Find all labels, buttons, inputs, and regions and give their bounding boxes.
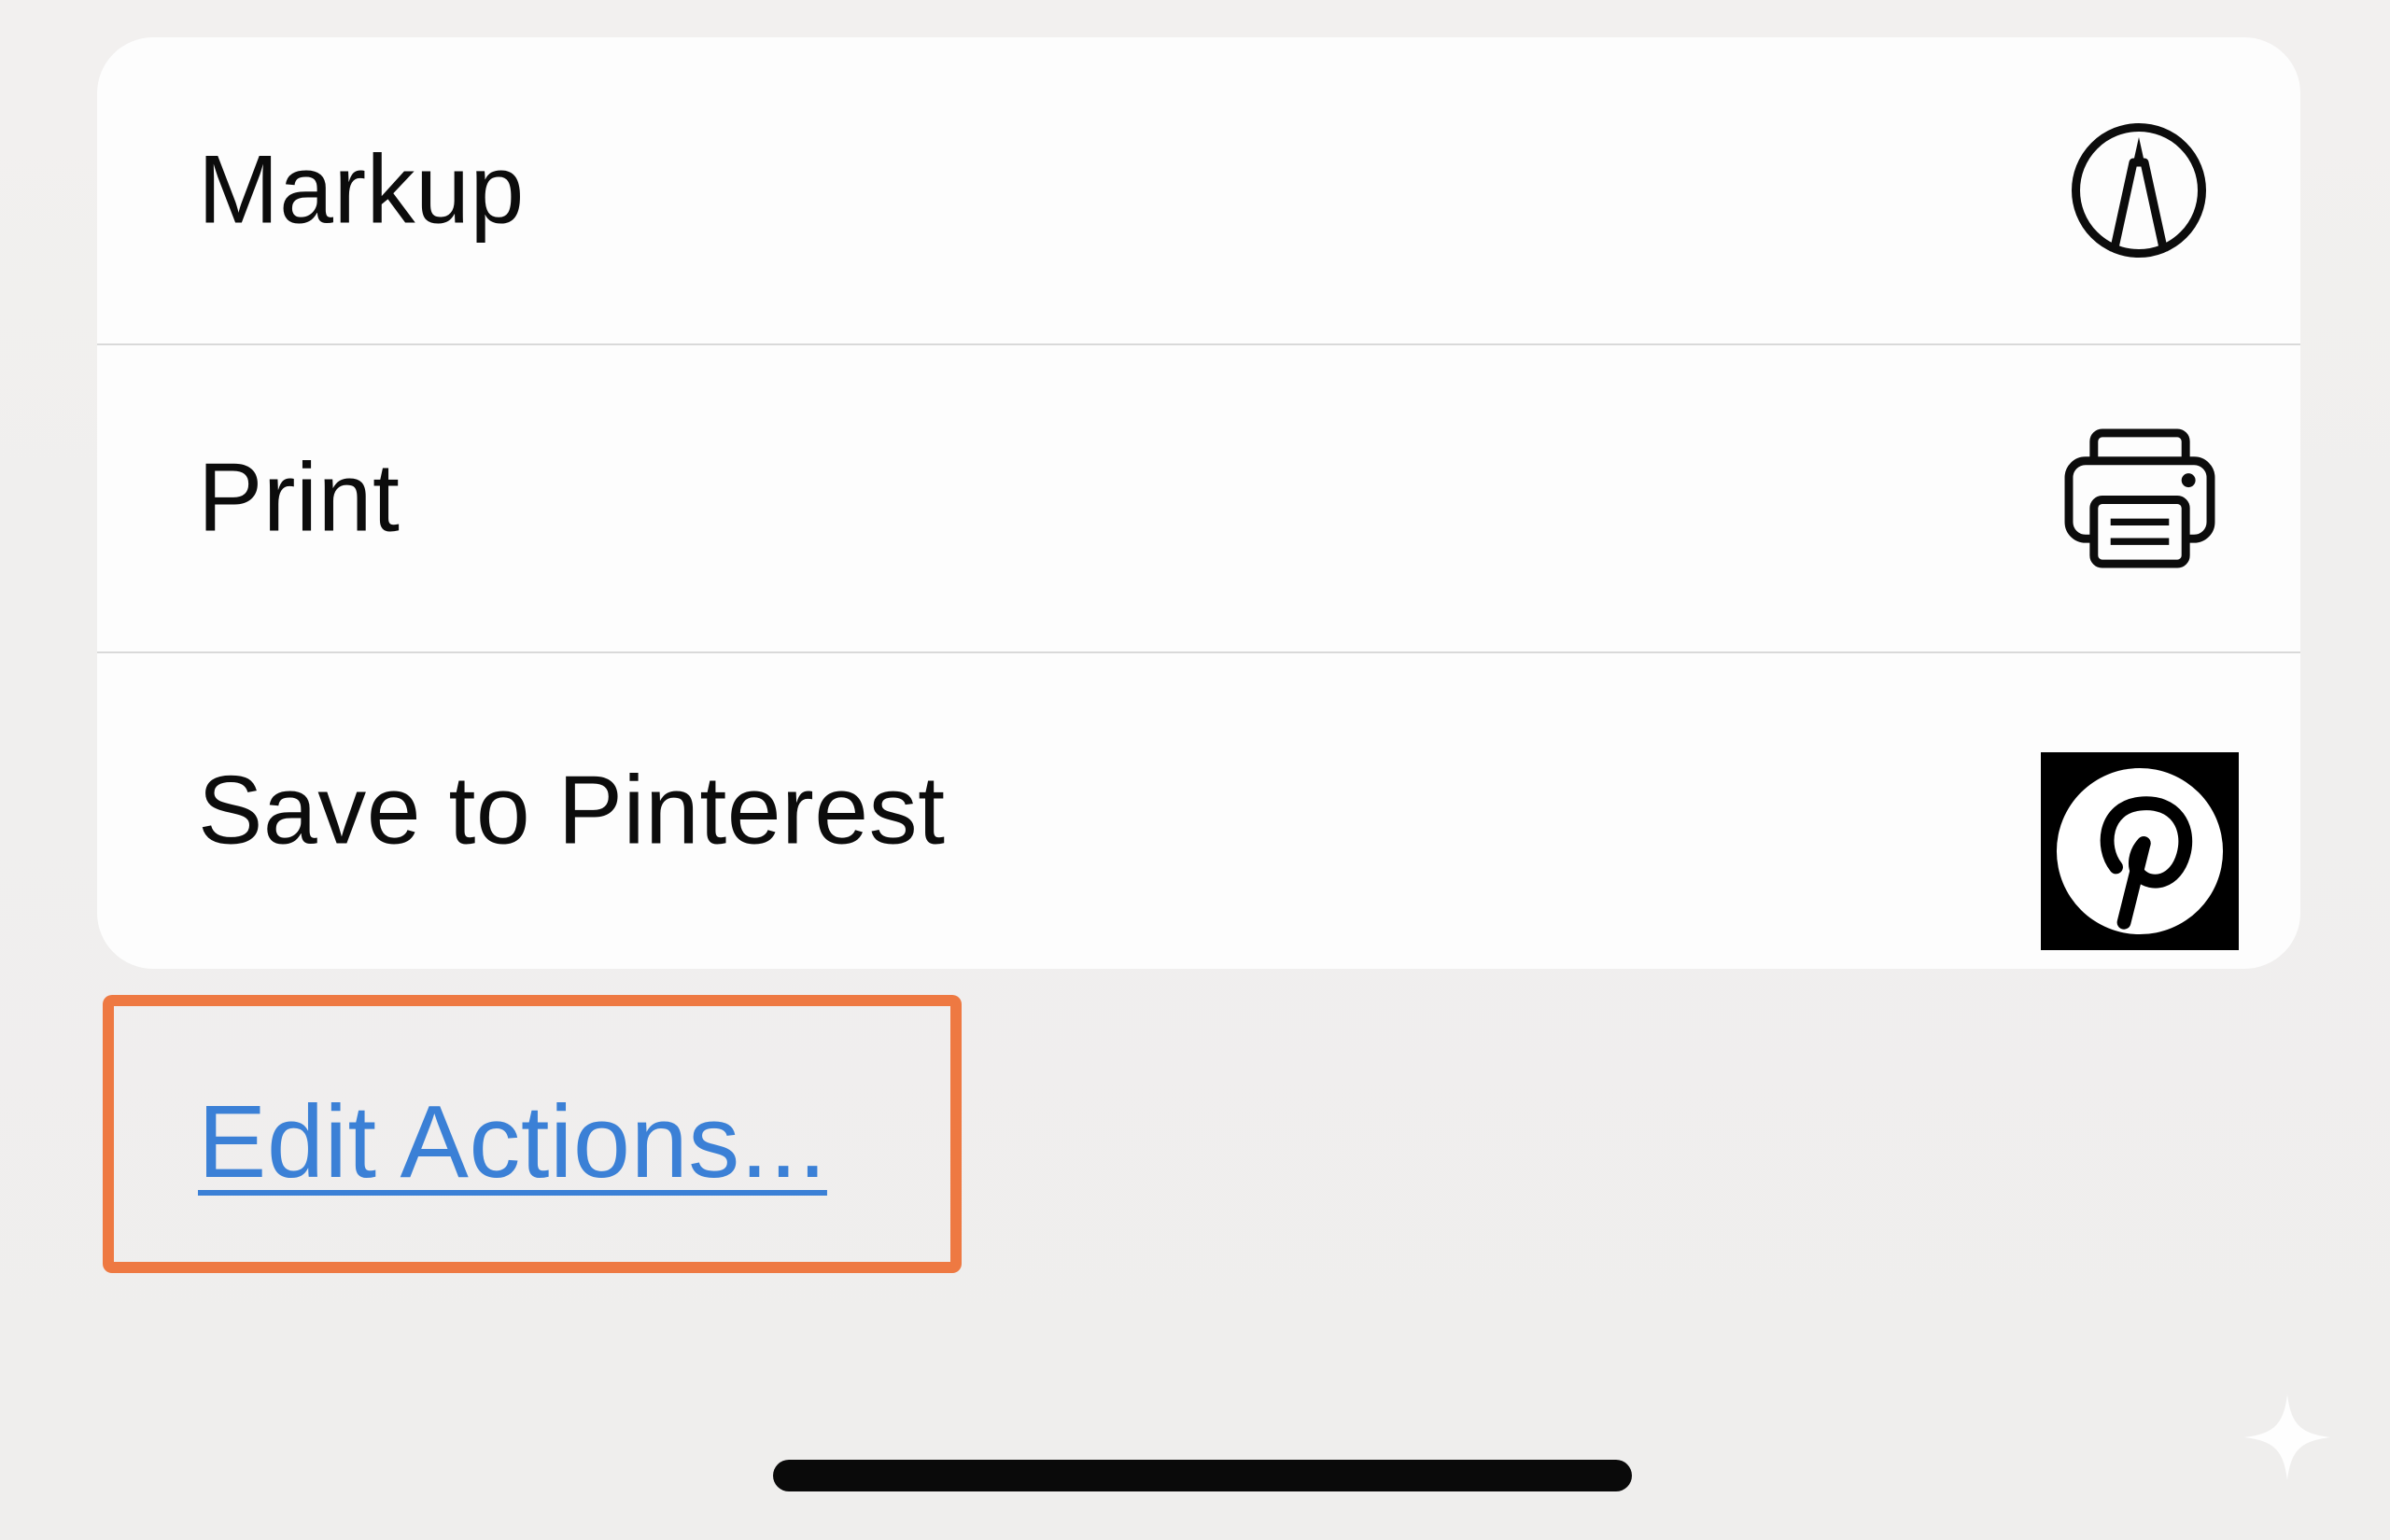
edit-actions-link[interactable]: Edit Actions... <box>198 1083 827 1201</box>
action-label-print: Print <box>198 443 401 553</box>
markup-icon <box>2072 123 2206 258</box>
action-label-save-to-pinterest: Save to Pinterest <box>198 756 946 865</box>
sparkle-icon <box>2244 1394 2330 1480</box>
actions-list-card: Markup Print Save to Pinterest <box>97 37 2300 969</box>
printer-icon <box>2064 428 2215 568</box>
action-label-markup: Markup <box>198 135 525 245</box>
pinterest-icon <box>2041 752 2239 950</box>
home-indicator-bar[interactable] <box>773 1460 1632 1491</box>
action-row-markup[interactable]: Markup <box>97 37 2300 343</box>
action-row-save-to-pinterest[interactable]: Save to Pinterest <box>97 653 2300 969</box>
action-row-print[interactable]: Print <box>97 345 2300 651</box>
